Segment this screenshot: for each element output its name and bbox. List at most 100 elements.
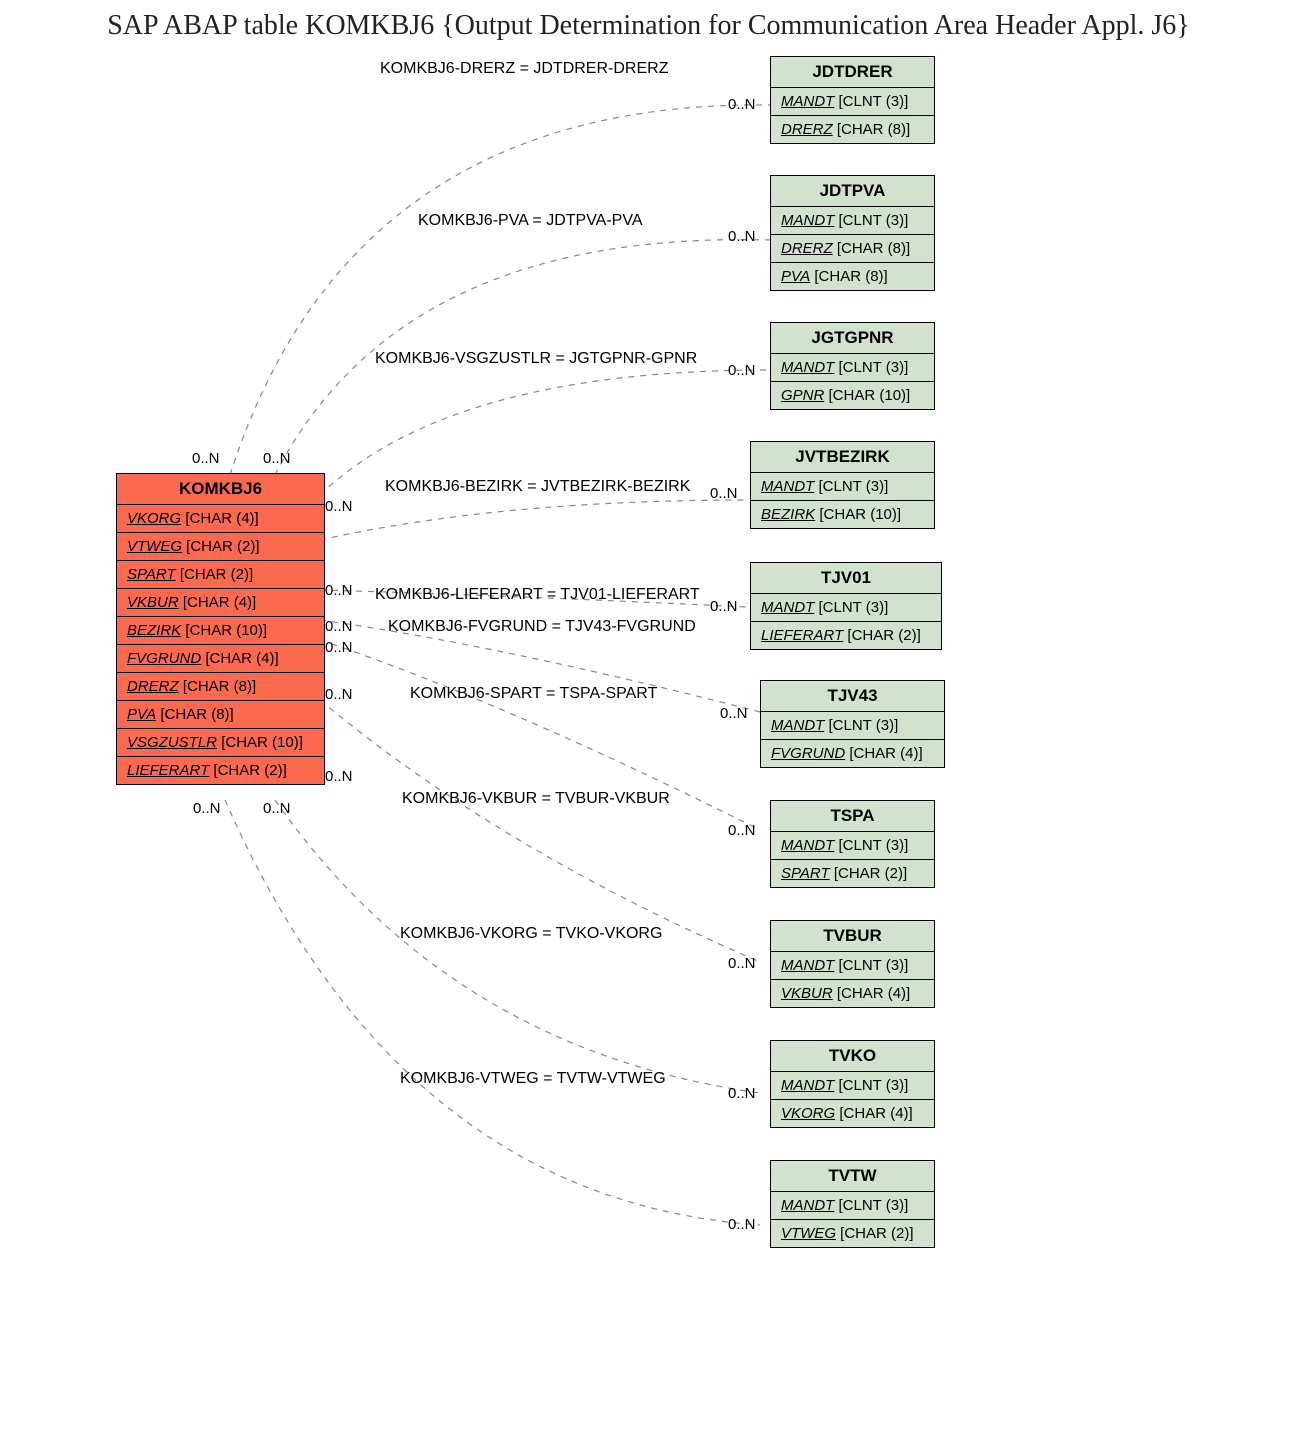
field-type: [CHAR (8)] <box>183 678 256 695</box>
entity-header: TVTW <box>771 1161 934 1192</box>
entity-field: MANDT [CLNT (3)] <box>771 952 934 980</box>
entity-header: JDTDRER <box>771 57 934 88</box>
entity-field: PVA [CHAR (8)] <box>771 263 934 290</box>
relation-label: KOMKBJ6-FVGRUND = TJV43-FVGRUND <box>388 618 696 636</box>
field-name: VKORG <box>127 510 181 527</box>
field-type: [CHAR (10)] <box>221 734 303 751</box>
field-type: [CLNT (3)] <box>819 599 889 616</box>
cardinality-label: 0..N <box>728 1216 756 1233</box>
relation-label: KOMKBJ6-SPART = TSPA-SPART <box>410 685 657 703</box>
entity-header: TSPA <box>771 801 934 832</box>
field-type: [CLNT (3)] <box>839 957 909 974</box>
field-name: BEZIRK <box>761 506 815 523</box>
cardinality-label: 0..N <box>325 686 353 703</box>
relation-label: KOMKBJ6-DRERZ = JDTDRER-DRERZ <box>380 60 668 78</box>
entity-field: DRERZ [CHAR (8)] <box>117 673 324 701</box>
entity-field: LIEFERART [CHAR (2)] <box>117 757 324 784</box>
entity-field: MANDT [CLNT (3)] <box>771 88 934 116</box>
entity-field: VSGZUSTLR [CHAR (10)] <box>117 729 324 757</box>
entity-field: DRERZ [CHAR (8)] <box>771 116 934 143</box>
relation-label: KOMKBJ6-BEZIRK = JVTBEZIRK-BEZIRK <box>385 478 690 496</box>
field-name: VKBUR <box>781 985 833 1002</box>
cardinality-label: 0..N <box>263 800 291 817</box>
field-name: MANDT <box>781 837 834 854</box>
field-name: MANDT <box>761 599 814 616</box>
field-type: [CHAR (4)] <box>839 1105 912 1122</box>
field-name: FVGRUND <box>771 745 845 762</box>
cardinality-label: 0..N <box>193 800 221 817</box>
cardinality-label: 0..N <box>710 598 738 615</box>
field-name: MANDT <box>771 717 824 734</box>
page-title: SAP ABAP table KOMKBJ6 {Output Determina… <box>0 10 1297 42</box>
entity-tjv43: TJV43 MANDT [CLNT (3)] FVGRUND [CHAR (4)… <box>760 680 945 768</box>
relation-label: KOMKBJ6-VTWEG = TVTW-VTWEG <box>400 1070 666 1088</box>
field-type: [CHAR (2)] <box>186 538 259 555</box>
field-type: [CHAR (8)] <box>837 121 910 138</box>
cardinality-label: 0..N <box>728 362 756 379</box>
field-type: [CHAR (2)] <box>834 865 907 882</box>
entity-field: VTWEG [CHAR (2)] <box>117 533 324 561</box>
entity-field: PVA [CHAR (8)] <box>117 701 324 729</box>
field-name: LIEFERART <box>761 627 843 644</box>
field-type: [CHAR (10)] <box>185 622 267 639</box>
entity-tvbur: TVBUR MANDT [CLNT (3)] VKBUR [CHAR (4)] <box>770 920 935 1008</box>
relation-label: KOMKBJ6-VKBUR = TVBUR-VKBUR <box>402 790 670 808</box>
field-type: [CHAR (4)] <box>205 650 278 667</box>
entity-header: JDTPVA <box>771 176 934 207</box>
entity-field: FVGRUND [CHAR (4)] <box>761 740 944 767</box>
field-name: SPART <box>127 566 176 583</box>
field-type: [CLNT (3)] <box>829 717 899 734</box>
field-type: [CHAR (8)] <box>814 268 887 285</box>
field-type: [CLNT (3)] <box>839 1197 909 1214</box>
field-name: BEZIRK <box>127 622 181 639</box>
entity-field: DRERZ [CHAR (8)] <box>771 235 934 263</box>
entity-field: BEZIRK [CHAR (10)] <box>751 501 934 528</box>
field-type: [CHAR (4)] <box>837 985 910 1002</box>
cardinality-label: 0..N <box>728 1085 756 1102</box>
relation-label: KOMKBJ6-VKORG = TVKO-VKORG <box>400 925 662 943</box>
field-type: [CHAR (2)] <box>847 627 920 644</box>
entity-field: VKORG [CHAR (4)] <box>771 1100 934 1127</box>
entity-field: MANDT [CLNT (3)] <box>771 832 934 860</box>
field-name: VKBUR <box>127 594 179 611</box>
entity-field: VKORG [CHAR (4)] <box>117 505 324 533</box>
cardinality-label: 0..N <box>325 639 353 656</box>
entity-field: FVGRUND [CHAR (4)] <box>117 645 324 673</box>
entity-field: GPNR [CHAR (10)] <box>771 382 934 409</box>
entity-tvko: TVKO MANDT [CLNT (3)] VKORG [CHAR (4)] <box>770 1040 935 1128</box>
field-name: MANDT <box>781 957 834 974</box>
entity-header: JGTGPNR <box>771 323 934 354</box>
entity-field: VTWEG [CHAR (2)] <box>771 1220 934 1247</box>
field-name: MANDT <box>781 212 834 229</box>
field-name: MANDT <box>781 359 834 376</box>
field-type: [CLNT (3)] <box>839 837 909 854</box>
field-type: [CLNT (3)] <box>839 359 909 376</box>
field-name: FVGRUND <box>127 650 201 667</box>
entity-jdtdrer: JDTDRER MANDT [CLNT (3)] DRERZ [CHAR (8)… <box>770 56 935 144</box>
entity-field: MANDT [CLNT (3)] <box>771 1072 934 1100</box>
field-type: [CHAR (10)] <box>819 506 901 523</box>
entity-field: MANDT [CLNT (3)] <box>771 1192 934 1220</box>
field-name: MANDT <box>761 478 814 495</box>
relation-label: KOMKBJ6-VSGZUSTLR = JGTGPNR-GPNR <box>375 350 697 368</box>
entity-tjv01: TJV01 MANDT [CLNT (3)] LIEFERART [CHAR (… <box>750 562 942 650</box>
entity-header: TJV43 <box>761 681 944 712</box>
entity-jgtgpnr: JGTGPNR MANDT [CLNT (3)] GPNR [CHAR (10)… <box>770 322 935 410</box>
field-type: [CHAR (8)] <box>837 240 910 257</box>
cardinality-label: 0..N <box>710 485 738 502</box>
field-name: MANDT <box>781 93 834 110</box>
entity-field: SPART [CHAR (2)] <box>771 860 934 887</box>
relation-label: KOMKBJ6-LIEFERART = TJV01-LIEFERART <box>375 586 700 604</box>
field-name: VKORG <box>781 1105 835 1122</box>
entity-field: MANDT [CLNT (3)] <box>751 594 941 622</box>
field-name: VTWEG <box>127 538 182 555</box>
cardinality-label: 0..N <box>325 768 353 785</box>
field-type: [CHAR (2)] <box>213 762 286 779</box>
field-type: [CHAR (2)] <box>180 566 253 583</box>
entity-field: BEZIRK [CHAR (10)] <box>117 617 324 645</box>
entity-header: TJV01 <box>751 563 941 594</box>
entity-field: VKBUR [CHAR (4)] <box>771 980 934 1007</box>
field-type: [CLNT (3)] <box>839 212 909 229</box>
entity-header: JVTBEZIRK <box>751 442 934 473</box>
field-type: [CLNT (3)] <box>839 93 909 110</box>
